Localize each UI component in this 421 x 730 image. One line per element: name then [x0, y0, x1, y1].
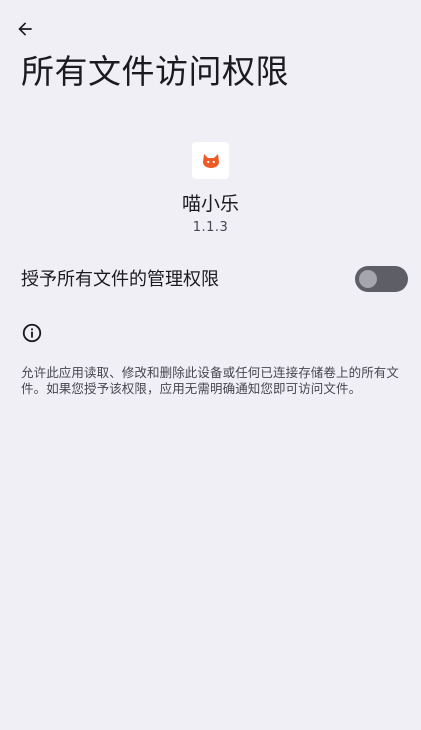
- info-icon: [22, 323, 42, 343]
- arrow-left-icon: [18, 22, 32, 36]
- app-name: 喵小乐: [181, 193, 239, 215]
- back-button[interactable]: [10, 14, 40, 44]
- page-title: 所有文件访问权限: [21, 52, 289, 91]
- switch-thumb: [359, 270, 377, 288]
- cat-face-icon: [202, 153, 219, 168]
- manage-all-files-switch[interactable]: [355, 266, 408, 292]
- manage-all-files-toggle-row[interactable]: 授予所有文件的管理权限: [0, 256, 421, 304]
- app-icon: [192, 142, 229, 179]
- permission-description: 允许此应用读取、修改和删除此设备或任何已连接存储卷上的所有文件。如果您授予该权限…: [21, 365, 400, 396]
- all-files-access-screen: 所有文件访问权限 喵小乐 1.1.3 授予所有文件的管理权限 允许此应用读取、修…: [0, 0, 421, 730]
- app-version: 1.1.3: [192, 220, 229, 235]
- toggle-label: 授予所有文件的管理权限: [21, 269, 219, 290]
